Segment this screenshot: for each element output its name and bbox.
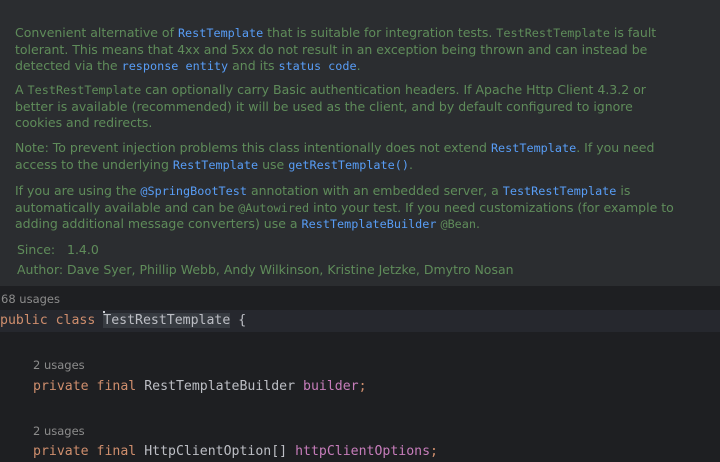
semicolon: ; xyxy=(430,444,438,459)
doc-text: Note: To prevent injection problems this… xyxy=(15,140,491,155)
doc-text: If you are using the xyxy=(15,183,141,198)
keyword-class: class xyxy=(55,313,96,328)
code-line-field-httpclientoptions[interactable]: private final HttpClientOption[] httpCli… xyxy=(33,442,438,462)
keyword-final: final xyxy=(96,444,137,459)
link-testresttemplate[interactable]: TestRestTemplate xyxy=(503,184,617,198)
type-httpclientoption-array[interactable]: HttpClientOption[] xyxy=(144,444,287,459)
author-label: Author: xyxy=(17,262,64,277)
keyword-final: final xyxy=(96,379,137,394)
code-autowired: @Autowired xyxy=(238,200,310,215)
code-testresttemplate: TestRestTemplate xyxy=(27,83,142,97)
field-httpclientoptions-usages-hint[interactable]: 2 usages xyxy=(33,424,85,438)
doc-paragraph-note: Note: To prevent injection problems this… xyxy=(15,140,675,173)
author-value: Dave Syer, Phillip Webb, Andy Wilkinson,… xyxy=(67,262,514,277)
keyword-private: private xyxy=(33,444,89,459)
doc-author: Author: Dave Syer, Phillip Webb, Andy Wil… xyxy=(17,262,514,279)
field-builder[interactable]: builder xyxy=(303,379,359,394)
code-line-class-declaration[interactable]: public class TestRestTemplate { xyxy=(0,310,720,332)
javadoc-popup: Convenient alternative of RestTemplate t… xyxy=(0,0,720,286)
since-label: Since: xyxy=(17,242,56,257)
class-name[interactable]: TestRestTemplate xyxy=(103,313,231,328)
doc-paragraph-description: Convenient alternative of RestTemplate t… xyxy=(15,25,675,75)
link-resttemplatebuilder[interactable]: RestTemplateBuilder xyxy=(302,217,437,231)
link-springboottest[interactable]: @SpringBootTest xyxy=(140,184,247,198)
doc-since: Since: 1.4.0 xyxy=(17,242,99,259)
keyword-private: private xyxy=(33,379,89,394)
doc-text: that is suitable for integration tests. xyxy=(263,25,497,40)
link-status-code[interactable]: status code xyxy=(278,59,356,73)
code-line-field-builder[interactable]: private final RestTemplateBuilder builde… xyxy=(33,377,367,397)
field-builder-usages-hint[interactable]: 2 usages xyxy=(33,358,85,372)
doc-text: and its xyxy=(228,58,279,74)
doc-text: use xyxy=(258,156,289,172)
class-usages-hint[interactable]: 68 usages xyxy=(1,292,60,306)
doc-text: annotation with an embedded server, a xyxy=(246,183,503,198)
type-resttemplatebuilder[interactable]: RestTemplateBuilder xyxy=(144,379,295,394)
doc-text: Convenient alternative of xyxy=(15,25,178,40)
doc-text: . xyxy=(356,58,361,74)
code-bean: @Bean xyxy=(440,217,476,232)
code-testresttemplate: TestRestTemplate xyxy=(496,26,610,40)
doc-text: . xyxy=(408,156,413,172)
open-brace: { xyxy=(230,313,247,328)
doc-text: A xyxy=(15,82,28,97)
link-resttemplate[interactable]: RestTemplate xyxy=(491,141,576,155)
link-resttemplate[interactable]: RestTemplate xyxy=(178,26,263,40)
doc-paragraph-auth: A TestRestTemplate can optionally carry … xyxy=(15,82,675,132)
link-getresttemplate[interactable]: getRestTemplate() xyxy=(288,158,409,172)
semicolon: ; xyxy=(358,379,367,394)
doc-text: . xyxy=(475,216,480,232)
doc-paragraph-springboot: If you are using the @SpringBootTest ann… xyxy=(15,183,675,233)
link-resttemplate[interactable]: RestTemplate xyxy=(173,158,258,172)
since-value: 1.4.0 xyxy=(67,242,99,257)
field-httpclientoptions[interactable]: httpClientOptions xyxy=(295,444,430,459)
link-response-entity[interactable]: response entity xyxy=(122,59,229,73)
keyword-public: public xyxy=(0,313,48,328)
